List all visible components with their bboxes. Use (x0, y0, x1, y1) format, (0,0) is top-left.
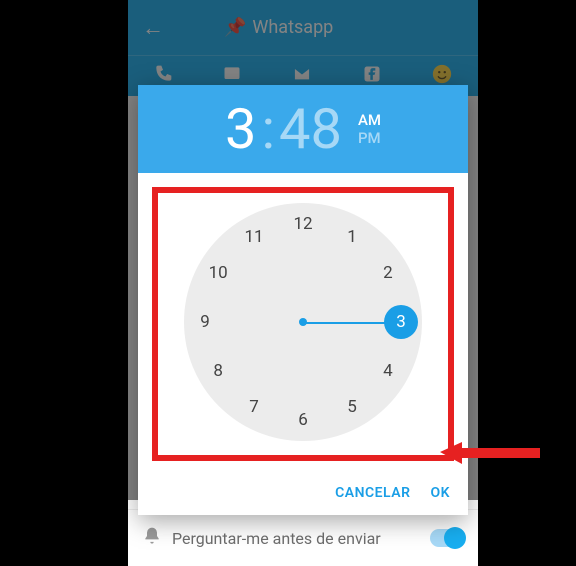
minute-display[interactable]: 48 (279, 96, 342, 162)
clock-number[interactable]: 6 (288, 405, 318, 435)
clock-number[interactable]: 11 (239, 222, 269, 252)
phone-frame: ← 📌 Whatsapp 1783 O m (128, 0, 478, 566)
am-option[interactable]: AM (358, 111, 381, 129)
ok-button[interactable]: OK (430, 485, 450, 501)
clock-number[interactable]: 12 (288, 209, 318, 239)
time-display: 3 : 48 (225, 96, 342, 162)
hour-display[interactable]: 3 (225, 96, 257, 162)
clock-wrapper: 12 12 3 45678 9 1011 (138, 173, 468, 475)
dialog-actions: CANCELAR OK (138, 475, 468, 515)
cancel-button[interactable]: CANCELAR (335, 485, 410, 501)
time-picker-header: 3 : 48 AM PM (138, 85, 468, 173)
time-colon: : (261, 96, 275, 162)
clock-number[interactable]: 5 (337, 392, 367, 422)
clock-face[interactable]: 12 12 3 45678 9 1011 (184, 203, 422, 441)
clock-number[interactable]: 1 (337, 222, 367, 252)
clock-number[interactable]: 7 (239, 392, 269, 422)
clock-number[interactable]: 4 (373, 356, 403, 386)
clock-number[interactable]: 2 (373, 258, 403, 288)
clock-highlight-frame: 12 12 3 45678 9 1011 (152, 187, 454, 461)
clock-selected-hour[interactable]: 3 (384, 305, 418, 339)
letterbox-left (0, 0, 128, 566)
clock-number[interactable]: 9 (190, 307, 220, 337)
time-picker-dialog: 3 : 48 AM PM 12 12 3 45678 9 1011 CANCELAR OK (138, 85, 468, 515)
clock-hand (303, 322, 387, 324)
footer-text: Perguntar-me antes de enviar (172, 529, 420, 548)
pm-option[interactable]: PM (358, 129, 381, 147)
ampm-group: AM PM (358, 111, 381, 147)
clock-number[interactable]: 8 (203, 356, 233, 386)
letterbox-right (478, 0, 576, 566)
clock-number[interactable]: 10 (203, 258, 233, 288)
footer-row: Perguntar-me antes de enviar (128, 509, 478, 566)
ask-before-send-toggle[interactable] (430, 529, 464, 547)
bell-icon (142, 526, 162, 550)
